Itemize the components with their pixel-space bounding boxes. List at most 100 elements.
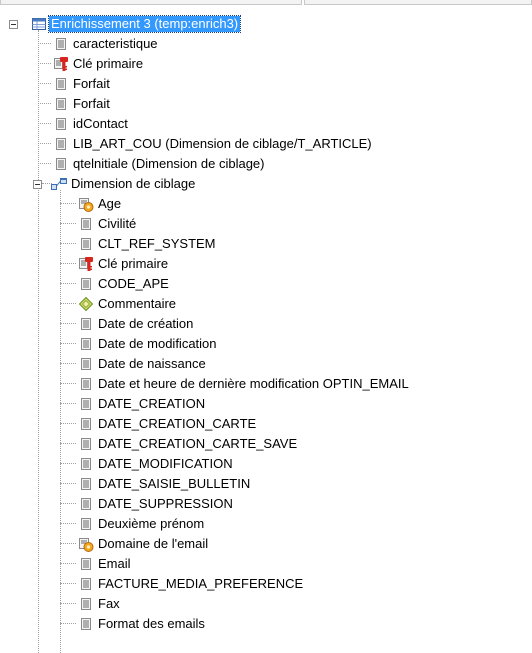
- tree-node-age[interactable]: Age: [78, 194, 123, 214]
- tree-connector: [60, 443, 76, 444]
- collapse-toggle[interactable]: [9, 20, 18, 29]
- primary-key-icon: [78, 256, 94, 272]
- tree-connector: [38, 163, 51, 164]
- tree-node-label: FACTURE_MEDIA_PREFERENCE: [98, 576, 304, 591]
- field-icon: [53, 136, 69, 152]
- tree-node-fax[interactable]: Fax: [78, 594, 122, 614]
- tree-node-civilite[interactable]: Civilité: [78, 214, 138, 234]
- field-icon: [78, 356, 94, 372]
- tree-node-date-de-modification[interactable]: Date de modification: [78, 334, 219, 354]
- tree-node-code-ape[interactable]: CODE_APE: [78, 274, 171, 294]
- tree-node-date-de-naissance[interactable]: Date de naissance: [78, 354, 208, 374]
- field-icon: [78, 396, 94, 412]
- tree-node-label: Forfait: [73, 76, 110, 91]
- tree-node-date-de-creation[interactable]: Date de création: [78, 314, 195, 334]
- tree-connector: [60, 463, 76, 464]
- tree-node-deuxieme-prenom[interactable]: Deuxième prénom: [78, 514, 206, 534]
- field-icon: [78, 476, 94, 492]
- field-icon: [78, 516, 94, 532]
- tree-connector: [60, 403, 76, 404]
- tree-node-enrichissement-3-temp-enrich3[interactable]: Enrichissement 3 (temp:enrich3): [31, 14, 242, 34]
- tree-node-label: qtelnitiale (Dimension de ciblage): [73, 156, 265, 171]
- tree-node-label: DATE_CREATION_CARTE_SAVE: [98, 436, 298, 451]
- tree-node-label: Date et heure de dernière modification O…: [98, 376, 409, 391]
- tree-node-label: Civilité: [98, 216, 137, 231]
- tree-node-format-des-emails[interactable]: Format des emails: [78, 614, 207, 634]
- tree-node-date-creation-carte[interactable]: DATE_CREATION_CARTE: [78, 414, 258, 434]
- collapse-toggle[interactable]: [33, 180, 42, 189]
- tree-node-forfait[interactable]: Forfait: [53, 94, 112, 114]
- field-icon: [78, 336, 94, 352]
- tree-node-date-modification[interactable]: DATE_MODIFICATION: [78, 454, 235, 474]
- tree-connector: [38, 190, 39, 653]
- tree-connector: [60, 543, 76, 544]
- tree-node-label: Date de modification: [98, 336, 217, 351]
- tree-connector: [38, 123, 51, 124]
- tree-connector: [60, 323, 76, 324]
- tree-node-label: caracteristique: [73, 36, 158, 51]
- tree-connector: [60, 223, 76, 224]
- field-icon: [53, 116, 69, 132]
- tree-node-label: idContact: [73, 116, 128, 131]
- tree-node-facture-media-preference[interactable]: FACTURE_MEDIA_PREFERENCE: [78, 574, 305, 594]
- tree-node-label: Email: [98, 556, 131, 571]
- table-icon: [31, 16, 47, 32]
- tree-connector: [60, 363, 76, 364]
- tree-connector: [60, 383, 76, 384]
- tree-connector: [60, 263, 76, 264]
- tree-node-label: DATE_SAISIE_BULLETIN: [98, 476, 251, 491]
- field-icon: [78, 276, 94, 292]
- tree-node-commentaire[interactable]: Commentaire: [78, 294, 178, 314]
- tree-node-forfait[interactable]: Forfait: [53, 74, 112, 94]
- tree-connector: [60, 423, 76, 424]
- tree-node-label: LIB_ART_COU (Dimension de ciblage/T_ARTI…: [73, 136, 372, 151]
- tree-node-label: Domaine de l'email: [98, 536, 209, 551]
- tree-node-lib-art-cou-dimension-de-ciblage-t-article[interactable]: LIB_ART_COU (Dimension de ciblage/T_ARTI…: [53, 134, 374, 154]
- tree-node-idcontact[interactable]: idContact: [53, 114, 130, 134]
- tree-connector: [60, 243, 76, 244]
- tree-connector: [60, 483, 76, 484]
- tree-node-date-et-heure-de-derniere-modification-optin-email[interactable]: Date et heure de dernière modification O…: [78, 374, 411, 394]
- field-icon: [78, 436, 94, 452]
- diamond-icon: [78, 296, 94, 312]
- tree-node-date-saisie-bulletin[interactable]: DATE_SAISIE_BULLETIN: [78, 474, 252, 494]
- tab-edge: [304, 0, 532, 5]
- tree-node-label: Forfait: [73, 96, 110, 111]
- tree-node-label: Date de naissance: [98, 356, 206, 371]
- tree-connector: [38, 103, 51, 104]
- tree-node-dimension-de-ciblage[interactable]: Dimension de ciblage: [51, 174, 197, 194]
- tree-connector: [60, 563, 76, 564]
- primary-key-icon: [53, 56, 69, 72]
- tree-connector: [60, 583, 76, 584]
- tree-node-label: DATE_MODIFICATION: [98, 456, 233, 471]
- tree-node-email[interactable]: Email: [78, 554, 133, 574]
- tree-node-cle-primaire[interactable]: Clé primaire: [78, 254, 170, 274]
- tree-connector: [38, 63, 51, 64]
- tree-node-label: Deuxième prénom: [98, 516, 205, 531]
- tree-connector: [60, 303, 76, 304]
- field-icon: [78, 616, 94, 632]
- tree-node-caracteristique[interactable]: caracteristique: [53, 34, 160, 54]
- field-icon: [53, 96, 69, 112]
- tree-connector: [60, 523, 76, 524]
- field-icon: [78, 236, 94, 252]
- tree-node-domaine-de-l-email[interactable]: Domaine de l'email: [78, 534, 210, 554]
- field-icon: [78, 456, 94, 472]
- top-tab-strip: [0, 0, 532, 5]
- tree-node-clt-ref-system[interactable]: CLT_REF_SYSTEM: [78, 234, 218, 254]
- tree-connector: [60, 190, 61, 653]
- field-icon: [53, 76, 69, 92]
- tree-node-label: Enrichissement 3 (temp:enrich3): [47, 15, 242, 33]
- link-icon: [51, 176, 67, 192]
- tree-node-cle-primaire[interactable]: Clé primaire: [53, 54, 145, 74]
- tree-node-label: Fax: [98, 596, 120, 611]
- tree-node-date-suppression[interactable]: DATE_SUPPRESSION: [78, 494, 235, 514]
- tree-connector: [38, 43, 51, 44]
- tree-node-date-creation-carte-save[interactable]: DATE_CREATION_CARTE_SAVE: [78, 434, 299, 454]
- tree-node-label: Date de création: [98, 316, 194, 331]
- tree-connector: [38, 83, 51, 84]
- tree-node-date-creation[interactable]: DATE_CREATION: [78, 394, 207, 414]
- tree-connector: [60, 283, 76, 284]
- tree-node-qtelnitiale-dimension-de-ciblage[interactable]: qtelnitiale (Dimension de ciblage): [53, 154, 267, 174]
- tree-node-label: Age: [98, 196, 122, 211]
